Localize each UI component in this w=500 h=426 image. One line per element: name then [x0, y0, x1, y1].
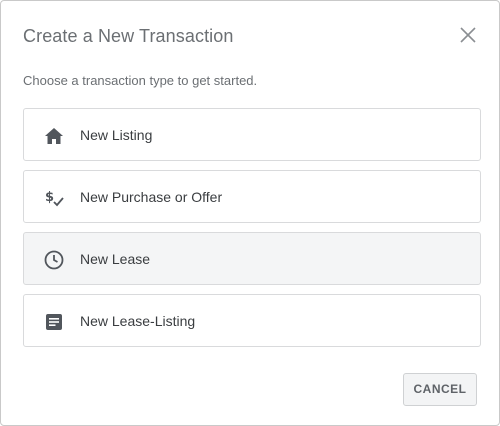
close-icon — [457, 24, 479, 46]
option-label: New Purchase or Offer — [80, 189, 223, 205]
transaction-type-list: New Listing $ New Purchase or Offer New … — [23, 108, 481, 356]
option-new-purchase-or-offer[interactable]: $ New Purchase or Offer — [23, 170, 481, 223]
home-icon — [43, 125, 65, 147]
option-label: New Lease — [80, 251, 151, 267]
create-transaction-dialog: Create a New Transaction Choose a transa… — [0, 0, 500, 426]
option-new-listing[interactable]: New Listing — [23, 108, 481, 161]
close-button[interactable] — [457, 24, 479, 46]
document-icon — [43, 311, 65, 333]
option-new-lease-listing[interactable]: New Lease-Listing — [23, 294, 481, 347]
option-label: New Listing — [80, 127, 153, 143]
dollar-check-icon: $ — [43, 187, 65, 209]
clock-icon — [43, 249, 65, 271]
option-label: New Lease-Listing — [80, 313, 196, 329]
dialog-subtitle: Choose a transaction type to get started… — [23, 73, 258, 88]
cancel-button[interactable]: CANCEL — [403, 373, 477, 406]
svg-text:$: $ — [45, 190, 54, 205]
option-new-lease[interactable]: New Lease — [23, 232, 481, 285]
dialog-title: Create a New Transaction — [23, 26, 234, 46]
